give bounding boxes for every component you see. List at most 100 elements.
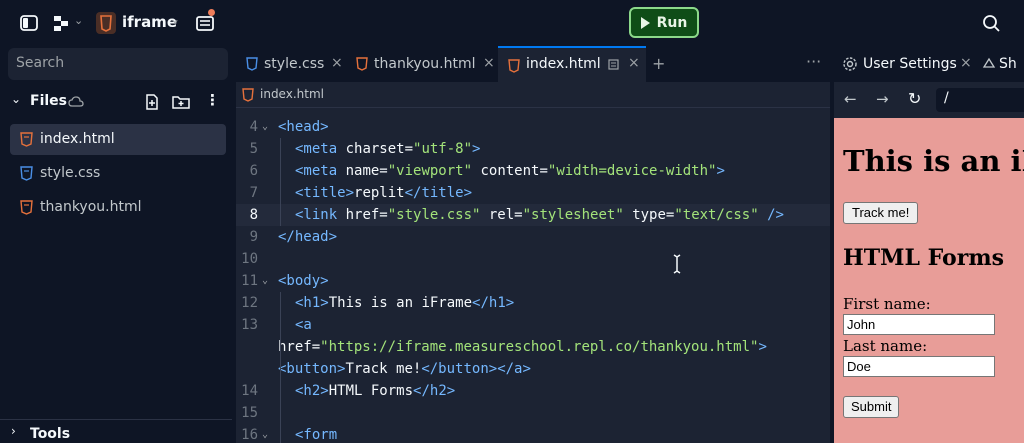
files-header: ⌄ Files ⋮ — [0, 90, 232, 114]
file-name: style.css — [40, 165, 101, 181]
new-file-icon[interactable] — [144, 93, 160, 111]
code-line[interactable]: 6 <meta name="viewport" content="width=de… — [236, 160, 830, 182]
tools-section[interactable]: › Tools — [0, 419, 232, 443]
file-item-index-html[interactable]: index.html — [10, 124, 226, 155]
code-line[interactable]: 5 <meta charset="utf-8"> — [236, 138, 830, 160]
preview-heading-2: HTML Forms — [843, 245, 1004, 271]
code-line[interactable]: 12 <h1>This is an iFrame</h1> — [236, 292, 830, 314]
webview-preview: This is an iFr Track me! HTML Forms Firs… — [834, 118, 1024, 443]
tab-user-settings[interactable]: User Settings × — [834, 46, 976, 82]
tab-label: User Settings — [863, 56, 957, 72]
reload-icon[interactable]: ↻ — [908, 89, 921, 108]
right-panel: User Settings × Sh ← → ↻ / This is an iF… — [834, 46, 1024, 443]
breadcrumb: index.html — [236, 82, 830, 108]
code-line[interactable]: 8 <link href="style.css" rel="stylesheet"… — [236, 204, 830, 226]
code-text: <meta charset="utf-8"> — [295, 141, 481, 157]
search-input[interactable]: Search — [8, 48, 228, 80]
line-number: 4 — [249, 119, 258, 135]
code-line[interactable]: 14 <h2>HTML Forms</h2> — [236, 380, 830, 402]
files-more-icon[interactable]: ⋮ — [205, 91, 220, 109]
line-number: 10 — [241, 251, 258, 267]
tools-chevron-icon: › — [11, 424, 16, 438]
repl-menu-chevron-icon[interactable]: ⌄ — [170, 12, 180, 26]
code-text: </head> — [278, 229, 338, 245]
line-number: 12 — [241, 295, 258, 311]
line-number: 7 — [249, 185, 258, 201]
play-icon — [640, 16, 650, 29]
file-item-thankyou-html[interactable]: thankyou.html — [10, 192, 226, 223]
code-line[interactable]: href="https://iframe.measureschool.repl.… — [236, 336, 830, 358]
notification-dot — [208, 9, 215, 16]
repl-name[interactable]: iframe — [122, 13, 177, 31]
gear-icon — [843, 57, 857, 71]
code-line[interactable]: 7 <title>replit</title> — [236, 182, 830, 204]
track-me-button[interactable]: Track me! — [843, 202, 919, 224]
code-text: <button>Track me!</button></a> — [278, 361, 531, 377]
forward-arrow-icon[interactable]: → — [876, 90, 889, 108]
last-name-label: Last name: — [843, 337, 928, 355]
logo-chevron-icon[interactable]: ⌄ — [74, 14, 83, 27]
code-text: <form — [295, 427, 338, 443]
tab-thankyou-html[interactable]: thankyou.html × — [346, 46, 498, 82]
line-number: 14 — [241, 383, 258, 399]
html-file-icon — [20, 200, 33, 215]
fold-chevron-icon[interactable]: ⌄ — [262, 116, 268, 138]
code-line[interactable]: 16 ⌄ <form — [236, 424, 830, 443]
tab-style-css[interactable]: style.css × — [236, 46, 346, 82]
first-name-input[interactable]: John — [843, 314, 995, 335]
fold-chevron-icon[interactable]: ⌄ — [262, 424, 268, 443]
close-tab-icon[interactable]: × — [483, 55, 495, 71]
file-sidebar: Search ⌄ Files ⋮ index.html style.css th… — [0, 46, 232, 443]
webview-toolbar: ← → ↻ / — [834, 82, 1024, 118]
close-tab-icon[interactable]: × — [960, 55, 972, 71]
close-tab-icon[interactable]: × — [331, 55, 343, 71]
back-arrow-icon[interactable]: ← — [844, 90, 857, 108]
code-editor: style.css × thankyou.html × index.html ×… — [236, 46, 830, 443]
breadcrumb-file[interactable]: index.html — [260, 87, 324, 101]
fold-chevron-icon[interactable]: ⌄ — [262, 270, 268, 292]
line-number: 6 — [249, 163, 258, 179]
code-line[interactable]: 9 </head> — [236, 226, 830, 248]
code-line[interactable]: <button>Track me!</button></a> — [236, 358, 830, 380]
line-number: 11 — [241, 273, 258, 289]
html-file-icon — [356, 57, 368, 71]
close-tab-icon[interactable]: × — [628, 55, 640, 71]
line-number: 5 — [249, 141, 258, 157]
tab-label: style.css — [264, 56, 325, 72]
search-icon[interactable] — [980, 12, 1002, 34]
tabs-more-icon[interactable]: ··· — [806, 52, 821, 71]
file-name: thankyou.html — [40, 199, 142, 215]
line-number: 13 — [241, 317, 258, 333]
toggle-sidebar-icon[interactable] — [18, 12, 40, 34]
url-input[interactable]: / — [936, 88, 1024, 112]
preview-icon[interactable] — [608, 59, 619, 70]
line-number: 9 — [249, 229, 258, 245]
files-title: Files — [30, 93, 67, 109]
tab-label: Sh — [999, 56, 1017, 72]
file-item-style-css[interactable]: style.css — [10, 158, 226, 189]
new-folder-icon[interactable] — [172, 94, 190, 110]
code-line[interactable]: 4 ⌄ <head> — [236, 116, 830, 138]
code-line[interactable]: 10 — [236, 248, 830, 270]
run-button[interactable]: Run — [629, 7, 699, 38]
code-line[interactable]: 15 — [236, 402, 830, 424]
code-text: <h2>HTML Forms</h2> — [295, 383, 456, 399]
replit-logo-icon[interactable] — [52, 12, 74, 34]
preview-heading-1: This is an iFr — [843, 144, 1024, 178]
code-text: <head> — [278, 119, 329, 135]
submit-button[interactable]: Submit — [843, 396, 900, 418]
code-line[interactable]: 11 ⌄ <body> — [236, 270, 830, 292]
last-name-input[interactable]: Doe — [843, 356, 995, 377]
new-tab-icon[interactable]: + — [652, 54, 665, 73]
indent-guide — [280, 380, 281, 443]
tab-label: index.html — [526, 56, 601, 72]
tab-index-html[interactable]: index.html × — [498, 46, 646, 82]
first-name-label: First name: — [843, 295, 931, 313]
tab-shell[interactable]: Sh — [976, 46, 1024, 82]
html-file-icon — [20, 132, 33, 147]
code-text: <title>replit</title> — [295, 185, 473, 201]
shell-icon — [982, 57, 996, 68]
code-text: <meta name="viewport" content="width=dev… — [295, 163, 725, 179]
collapse-files-chevron-icon[interactable]: ⌄ — [11, 92, 21, 106]
code-line[interactable]: 13 <a — [236, 314, 830, 336]
